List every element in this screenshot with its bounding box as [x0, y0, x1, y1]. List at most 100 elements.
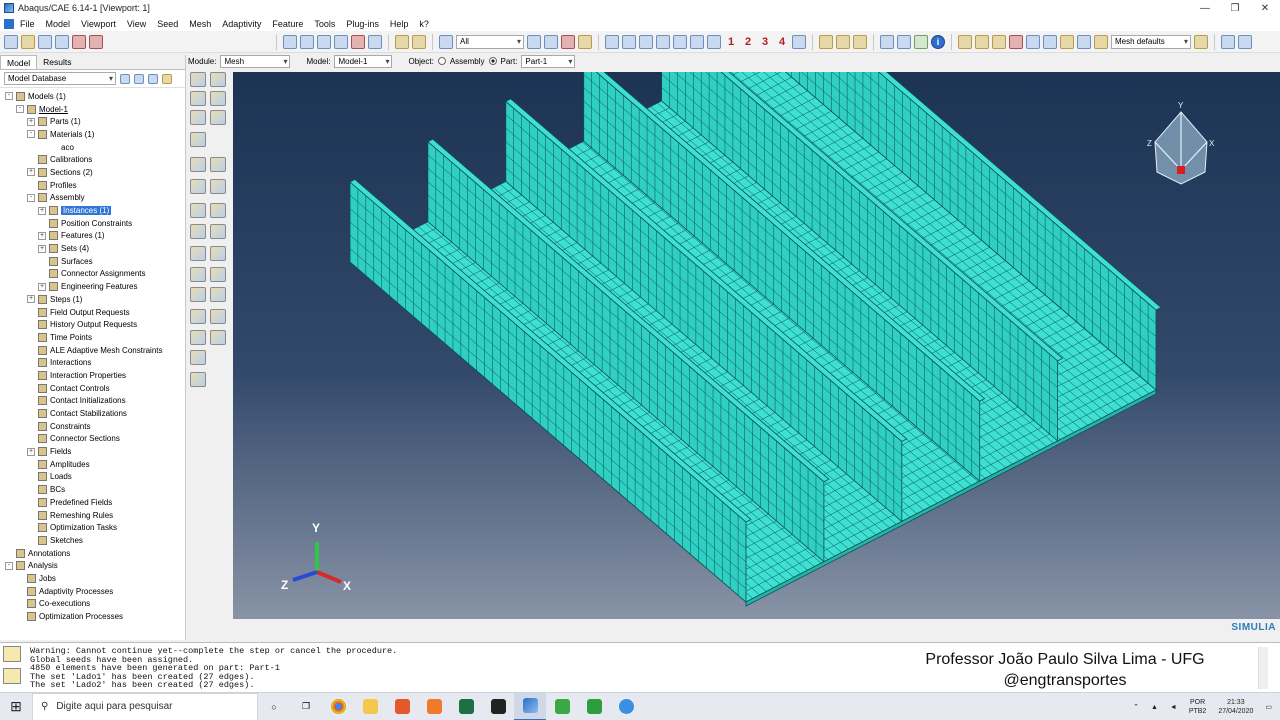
tree-node[interactable]: - Materials (1)	[0, 128, 185, 141]
tree-expander-icon[interactable]: -	[27, 130, 35, 139]
mesh-tool-icon[interactable]	[190, 203, 206, 218]
new-file-icon[interactable]	[4, 34, 18, 49]
restore-icon[interactable]: ❐	[1220, 0, 1250, 16]
mesh-tool-icon[interactable]	[190, 350, 206, 365]
view-right-icon[interactable]	[690, 34, 704, 49]
tree-node[interactable]: Adaptivity Processes	[0, 585, 185, 598]
tree-expander-icon[interactable]: -	[5, 92, 13, 101]
tree-node[interactable]: - Analysis	[0, 559, 185, 572]
mesh-tool-icon[interactable]	[190, 267, 206, 282]
tab-model[interactable]: Model	[0, 55, 38, 69]
menu-view[interactable]: View	[127, 19, 146, 29]
mesh-tool-icon[interactable]	[190, 372, 206, 387]
tree-node[interactable]: + Sections (2)	[0, 166, 185, 179]
windows-start-icon[interactable]: ⊞	[0, 693, 32, 720]
mesh-tool-icon[interactable]	[210, 203, 226, 218]
display-group-icon[interactable]	[561, 34, 575, 49]
tree-expander-icon[interactable]: +	[27, 447, 35, 456]
abaqus-taskbar-icon[interactable]	[514, 692, 546, 720]
menu-seed[interactable]: Seed	[157, 19, 178, 29]
network-icon[interactable]: ▲	[1151, 704, 1158, 711]
mesh-tool-icon[interactable]	[190, 132, 206, 147]
chrome-icon[interactable]	[322, 693, 354, 720]
model-select[interactable]: Model-1	[334, 54, 393, 68]
table-icon[interactable]	[1077, 34, 1091, 49]
color-mapping-icon[interactable]	[1094, 34, 1108, 49]
tree-expander-icon[interactable]: +	[27, 295, 35, 304]
close-icon[interactable]: ✕	[1250, 0, 1280, 16]
minimize-icon[interactable]: —	[1190, 0, 1220, 16]
view-top-icon[interactable]	[639, 34, 653, 49]
info-icon[interactable]: i	[931, 34, 945, 49]
tree-expander-icon[interactable]: +	[38, 282, 46, 291]
tree-filter-icon[interactable]	[120, 73, 130, 84]
tab-results[interactable]: Results	[37, 55, 77, 69]
mesh-tool-icon[interactable]	[210, 287, 226, 302]
tree-node[interactable]: Time Points	[0, 331, 185, 344]
task-view-icon[interactable]: ❐	[290, 693, 322, 720]
mesh-tool-icon[interactable]	[190, 157, 206, 172]
notifications-icon[interactable]: ▭	[1265, 703, 1272, 711]
file-explorer-icon[interactable]	[354, 693, 386, 720]
part-radio[interactable]	[488, 57, 497, 65]
mesh-tool-icon[interactable]	[190, 72, 206, 87]
tree-node[interactable]: Co-executions	[0, 598, 185, 611]
browser-icon[interactable]	[610, 693, 642, 720]
tree-node[interactable]: - Model-1	[0, 103, 185, 116]
rotate-icon[interactable]	[300, 34, 314, 49]
tree-node[interactable]: Predefined Fields	[0, 496, 185, 509]
mesh-tool-icon[interactable]	[210, 309, 226, 324]
tree-node[interactable]: Amplitudes	[0, 458, 185, 471]
color-apply-icon[interactable]	[1060, 34, 1074, 49]
tree-node[interactable]: Contact Initializations	[0, 395, 185, 408]
tree-node[interactable]: Constraints	[0, 420, 185, 433]
language-indicator[interactable]: POR PTB2	[1189, 698, 1207, 716]
tree-node[interactable]: Contact Stabilizations	[0, 407, 185, 420]
part-display-icon[interactable]	[578, 34, 592, 49]
menu-plugins[interactable]: Plug-ins	[346, 19, 379, 29]
recorder-icon[interactable]	[578, 693, 610, 720]
message-area-icon[interactable]	[3, 646, 21, 662]
selection-filter-select[interactable]: All	[456, 34, 524, 49]
tree-node[interactable]: Optimization Tasks	[0, 521, 185, 534]
view-back-icon[interactable]	[622, 34, 636, 49]
print-icon[interactable]	[55, 34, 69, 49]
mesh-tool-icon[interactable]	[210, 110, 226, 125]
menu-mesh[interactable]: Mesh	[189, 19, 211, 29]
tree-node[interactable]: Interactions	[0, 356, 185, 369]
record-icon[interactable]	[72, 34, 86, 49]
render-shaded-icon[interactable]	[853, 34, 867, 49]
mesh-tool-icon[interactable]	[210, 72, 226, 87]
tree-expander-icon[interactable]: -	[16, 105, 24, 114]
mesh-tool-icon[interactable]	[210, 179, 226, 194]
view-front-icon[interactable]	[605, 34, 619, 49]
measure-icon[interactable]	[412, 34, 426, 49]
mesh-tool-icon[interactable]	[210, 224, 226, 239]
tree-expander-icon[interactable]: -	[27, 193, 35, 202]
mesh-tool-icon[interactable]	[190, 91, 206, 106]
mesh-tool-icon[interactable]	[190, 224, 206, 239]
tree-expander-icon[interactable]: +	[38, 244, 46, 253]
mesh-tool-icon[interactable]	[210, 330, 226, 345]
tree-node[interactable]: - Assembly	[0, 192, 185, 205]
menu-tools[interactable]: Tools	[314, 19, 335, 29]
tree-node[interactable]: Profiles	[0, 179, 185, 192]
view-custom-icon[interactable]	[792, 34, 806, 49]
tree-node[interactable]: + Parts (1)	[0, 115, 185, 128]
tree-collapse-icon[interactable]	[148, 73, 158, 84]
undo-icon[interactable]	[1026, 34, 1040, 49]
redo-icon[interactable]	[1043, 34, 1057, 49]
mesh-tool-icon[interactable]	[210, 267, 226, 282]
tree-node[interactable]: Surfaces	[0, 255, 185, 268]
tree-expander-icon[interactable]: +	[27, 168, 35, 177]
mesh-tool-icon[interactable]	[190, 110, 206, 125]
tree-node[interactable]: Optimization Processes	[0, 610, 185, 623]
menu-feature[interactable]: Feature	[272, 19, 303, 29]
pan-icon[interactable]	[283, 34, 297, 49]
menu-viewport[interactable]: Viewport	[81, 19, 116, 29]
render-hidden-icon[interactable]	[836, 34, 850, 49]
tree-node[interactable]: + Fields	[0, 445, 185, 458]
color-palette-icon[interactable]	[992, 34, 1006, 49]
tree-expander-icon[interactable]: +	[38, 231, 46, 240]
compass-center-icon[interactable]	[1177, 166, 1185, 174]
